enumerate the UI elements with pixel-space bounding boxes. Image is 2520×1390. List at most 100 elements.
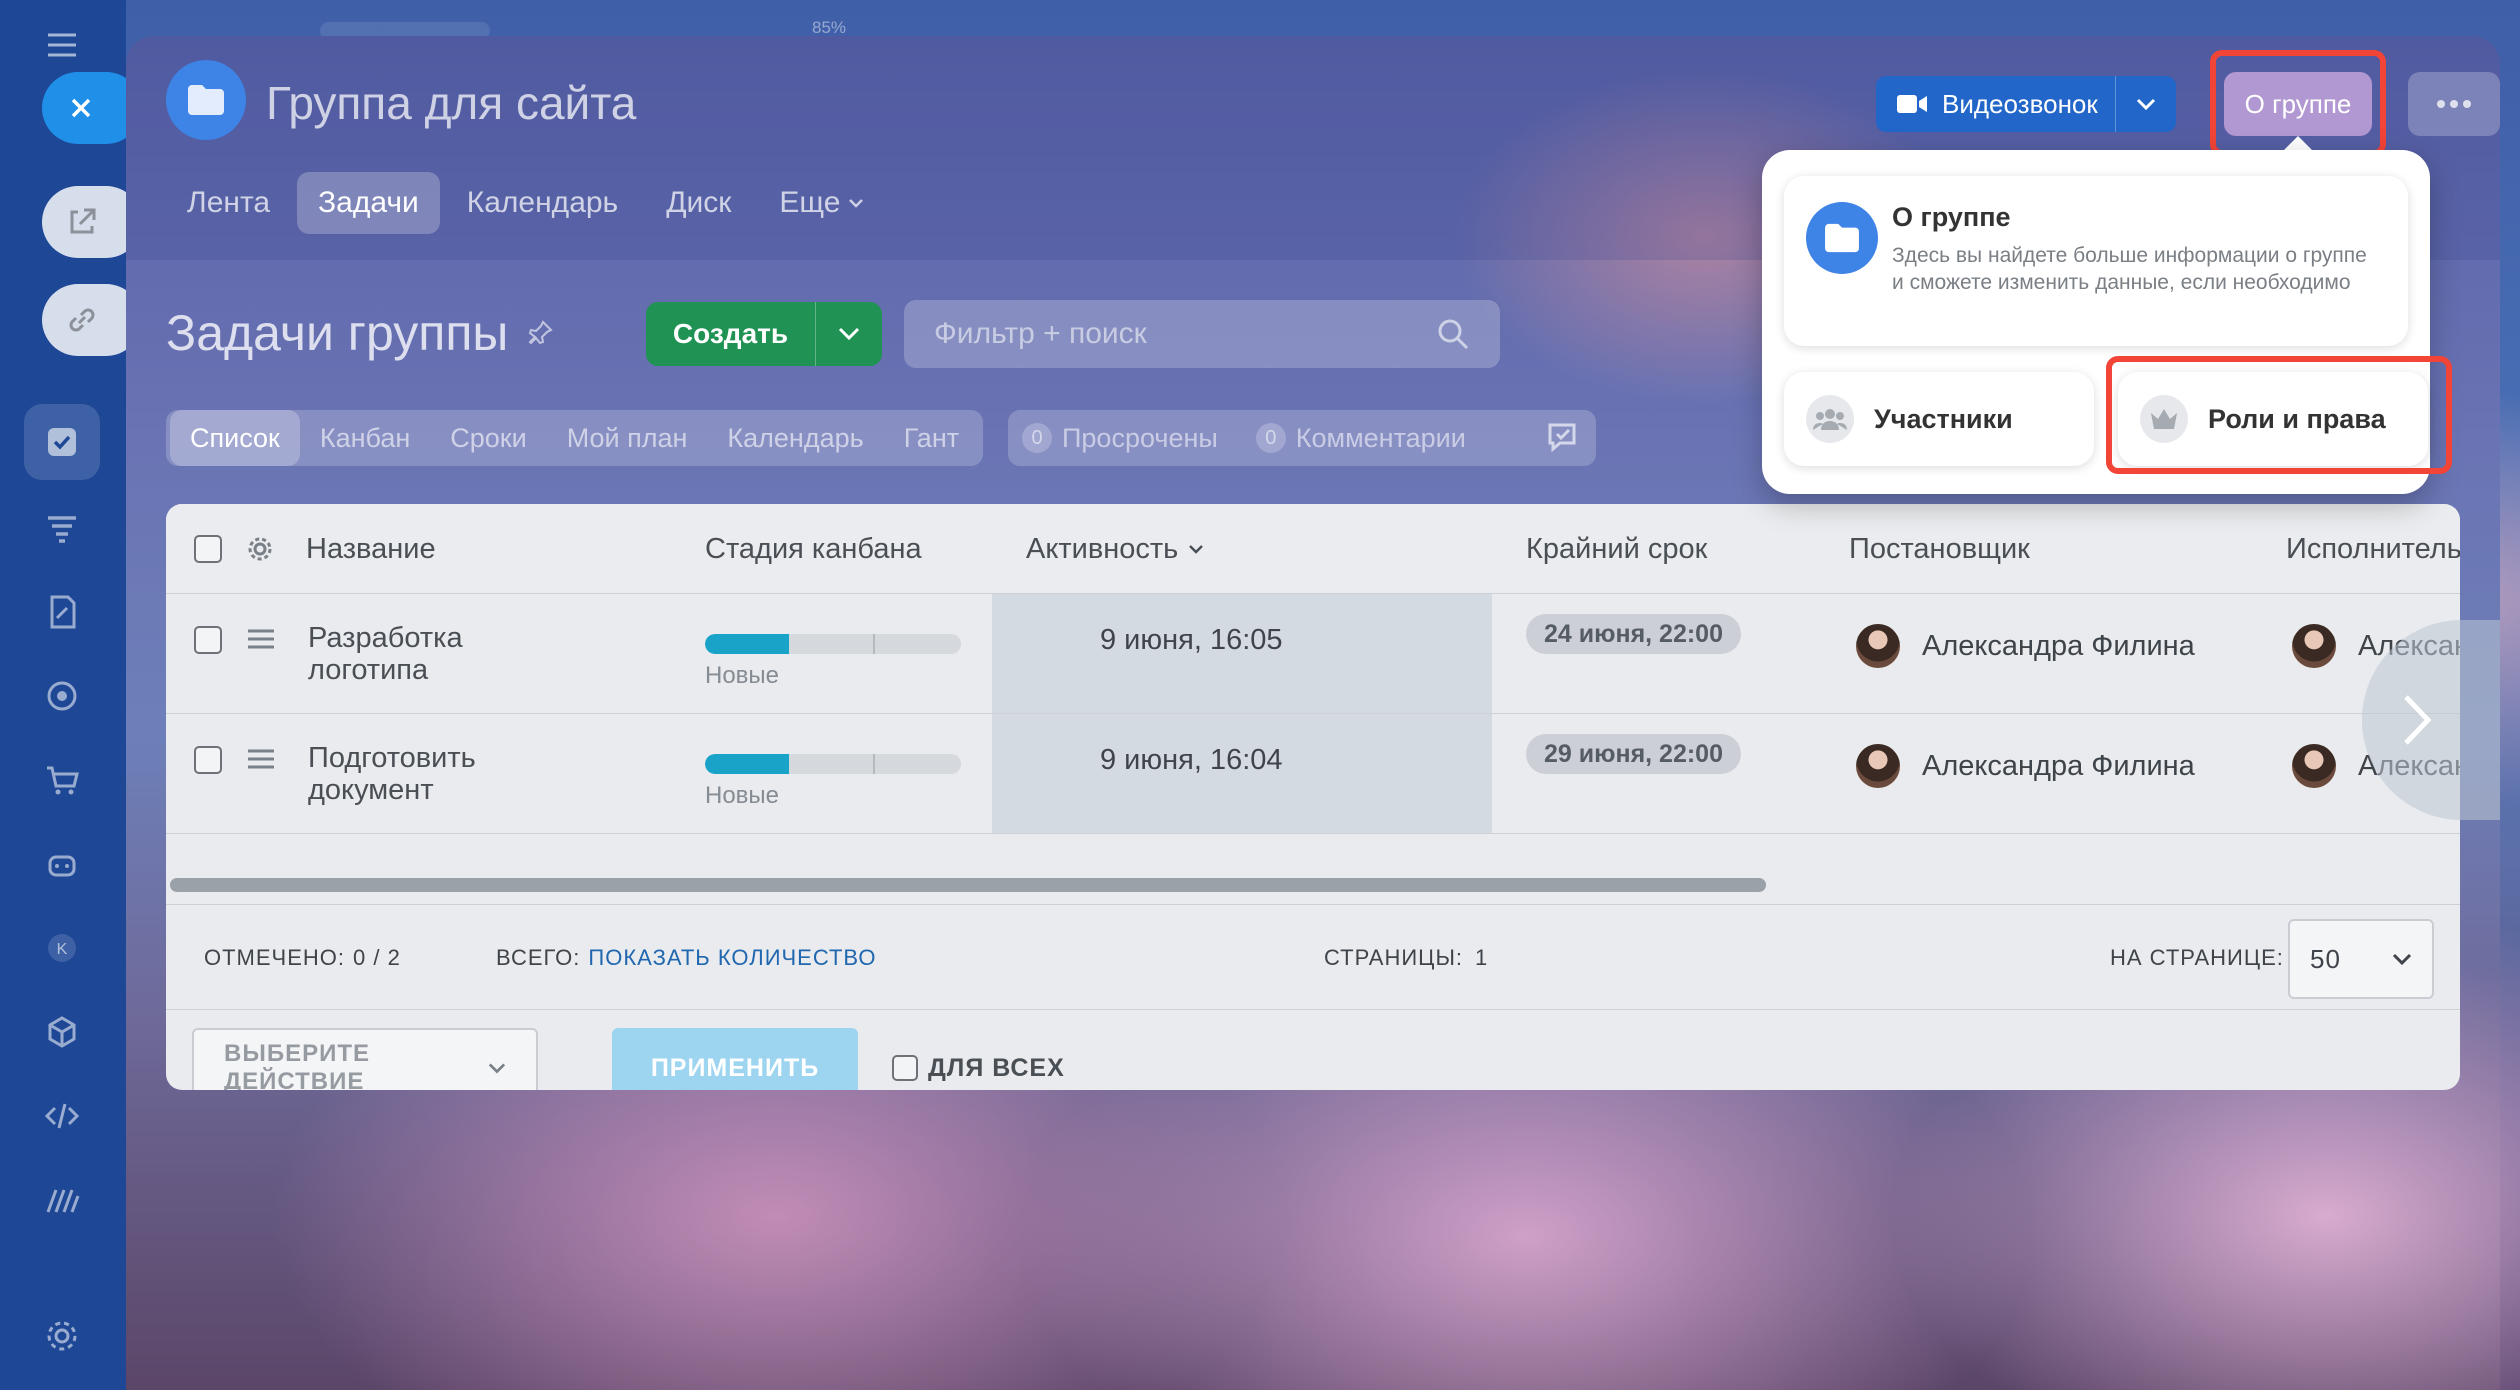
popup-about-card[interactable]: О группе Здесь вы найдете больше информа… <box>1784 176 2408 346</box>
table-row[interactable]: Разработка логотипа Новые 9 июня, 16:05 … <box>166 594 2460 714</box>
members-icon <box>1806 395 1854 443</box>
col-name[interactable]: Название <box>306 504 436 594</box>
menu-icon[interactable] <box>24 20 100 70</box>
counter-overdue[interactable]: 0 Просрочены <box>1022 423 1218 454</box>
col-stage[interactable]: Стадия канбана <box>705 504 922 594</box>
total-label: ВСЕГО: <box>496 945 581 970</box>
chevron-down-icon <box>838 327 860 341</box>
target-icon[interactable] <box>24 658 100 734</box>
chevron-down-icon <box>849 199 864 208</box>
apply-button[interactable]: ПРИМЕНИТЬ <box>612 1028 858 1090</box>
video-call-dropdown[interactable] <box>2116 98 2176 110</box>
col-activity[interactable]: Активность <box>1026 504 1204 594</box>
view-gantt[interactable]: Гант <box>884 410 979 466</box>
video-camera-icon <box>1897 95 1927 113</box>
link-icon <box>69 308 95 332</box>
row-checkbox[interactable] <box>194 746 222 774</box>
user-avatar-icon[interactable]: K <box>24 910 100 986</box>
tab-feed[interactable]: Лента <box>166 172 291 234</box>
tab-disk[interactable]: Диск <box>645 172 752 234</box>
funnel-icon[interactable] <box>24 490 100 566</box>
video-call-button[interactable]: Видеозвонок <box>1876 76 2176 132</box>
filter-search-input[interactable]: Фильтр + поиск <box>904 300 1500 368</box>
creator-cell[interactable]: Александра Филина <box>1856 744 2195 788</box>
deadline-badge[interactable]: 29 июня, 22:00 <box>1526 734 1741 774</box>
tasks-grid: Название Стадия канбана Активность Крайн… <box>166 504 2460 1090</box>
counter-comments[interactable]: 0 Комментарии <box>1255 423 1466 454</box>
task-name-link[interactable]: Подготовить документ <box>308 742 508 806</box>
select-action-dropdown[interactable]: ВЫБЕРИТЕ ДЕЙСТВИЕ <box>192 1028 538 1090</box>
pages-value: 1 <box>1475 945 1489 970</box>
col-responsible[interactable]: Исполнитель <box>2286 504 2460 594</box>
about-group-button[interactable]: О группе <box>2224 72 2372 136</box>
external-link-icon <box>70 208 96 234</box>
view-calendar[interactable]: Календарь <box>707 410 883 466</box>
more-options-button[interactable] <box>2408 72 2500 136</box>
popup-about-title: О группе <box>1892 202 2011 232</box>
select-all-checkbox[interactable] <box>194 504 222 594</box>
view-deadlines[interactable]: Сроки <box>430 410 546 466</box>
cart-icon[interactable] <box>24 742 100 818</box>
drag-handle-icon[interactable] <box>246 628 276 650</box>
total-info: ВСЕГО: ПОКАЗАТЬ КОЛИЧЕСТВО <box>496 905 877 1011</box>
overdue-label: Просрочены <box>1062 422 1218 453</box>
view-list[interactable]: Список <box>170 410 300 466</box>
col-creator[interactable]: Постановщик <box>1849 504 2030 594</box>
chevron-down-icon <box>2136 98 2156 110</box>
drag-handle-icon[interactable] <box>246 748 276 770</box>
zoom-hint: 85% <box>812 18 847 37</box>
tasks-sidebar-icon[interactable] <box>24 404 100 480</box>
show-count-link[interactable]: ПОКАЗАТЬ КОЛИЧЕСТВО <box>588 945 876 971</box>
robot-icon[interactable] <box>24 826 100 902</box>
group-avatar <box>166 60 246 140</box>
kanban-stage-bar[interactable] <box>705 634 961 654</box>
checked-value: 0 / 2 <box>353 945 401 970</box>
activity-date: 9 июня, 16:05 <box>1100 624 1283 656</box>
roles-card-highlight <box>2106 356 2452 474</box>
overdue-count: 0 <box>1022 423 1052 453</box>
search-icon[interactable] <box>1436 317 1470 351</box>
kanban-stage-bar[interactable] <box>705 754 961 774</box>
tab-calendar[interactable]: Календарь <box>446 172 639 234</box>
chevron-down-icon <box>488 1063 506 1074</box>
table-row[interactable]: Подготовить документ Новые 9 июня, 16:04… <box>166 714 2460 834</box>
per-page-select[interactable]: 50 <box>2288 919 2434 999</box>
view-kanban[interactable]: Канбан <box>300 410 430 466</box>
create-dropdown[interactable] <box>816 327 882 341</box>
marketplace-icon[interactable] <box>24 1162 100 1238</box>
page-title: Задачи группы <box>166 304 554 362</box>
box-icon[interactable] <box>24 994 100 1070</box>
popup-about-description: Здесь вы найдете больше информации о гру… <box>1892 244 2367 294</box>
read-all-chat-icon[interactable] <box>1546 421 1582 455</box>
activity-date: 9 июня, 16:04 <box>1100 744 1283 776</box>
avatar <box>1856 744 1900 788</box>
document-sign-icon[interactable] <box>24 574 100 650</box>
horizontal-scrollbar[interactable] <box>170 878 1766 892</box>
chevron-down-icon <box>2392 953 2412 965</box>
popup-members-card[interactable]: Участники <box>1784 372 2094 466</box>
filter-placeholder: Фильтр + поиск <box>934 317 1147 350</box>
grid-header <box>166 504 2460 594</box>
tab-tasks[interactable]: Задачи <box>297 172 440 234</box>
task-name-link[interactable]: Разработка логотипа <box>308 622 508 686</box>
more-dots-icon <box>2437 100 2471 108</box>
comments-count: 0 <box>1255 423 1286 453</box>
pages-info: СТРАНИЦЫ: 1 <box>1324 905 1488 1011</box>
pin-icon[interactable] <box>526 319 554 347</box>
for-all-box[interactable] <box>892 1055 918 1081</box>
for-all-checkbox[interactable]: ДЛЯ ВСЕХ <box>892 1028 1065 1090</box>
tab-more[interactable]: Еще <box>758 172 885 234</box>
row-checkbox[interactable] <box>194 626 222 654</box>
col-deadline[interactable]: Крайний срок <box>1526 504 1707 594</box>
grid-settings-gear-icon[interactable] <box>246 504 274 594</box>
create-task-button[interactable]: Создать <box>646 302 882 366</box>
settings-gear-icon[interactable] <box>24 1298 100 1374</box>
code-icon[interactable] <box>24 1078 100 1154</box>
deadline-badge[interactable]: 24 июня, 22:00 <box>1526 614 1741 654</box>
grid-footer: ОТМЕЧЕНО: 0 / 2 ВСЕГО: ПОКАЗАТЬ КОЛИЧЕСТ… <box>166 904 2460 1010</box>
deadline-value: 29 июня, 22:00 <box>1526 734 1741 774</box>
creator-cell[interactable]: Александра Филина <box>1856 624 2195 668</box>
per-page-value: 50 <box>2310 943 2341 974</box>
view-my-plan[interactable]: Мой план <box>547 410 708 466</box>
kanban-stage-tick <box>873 754 875 774</box>
